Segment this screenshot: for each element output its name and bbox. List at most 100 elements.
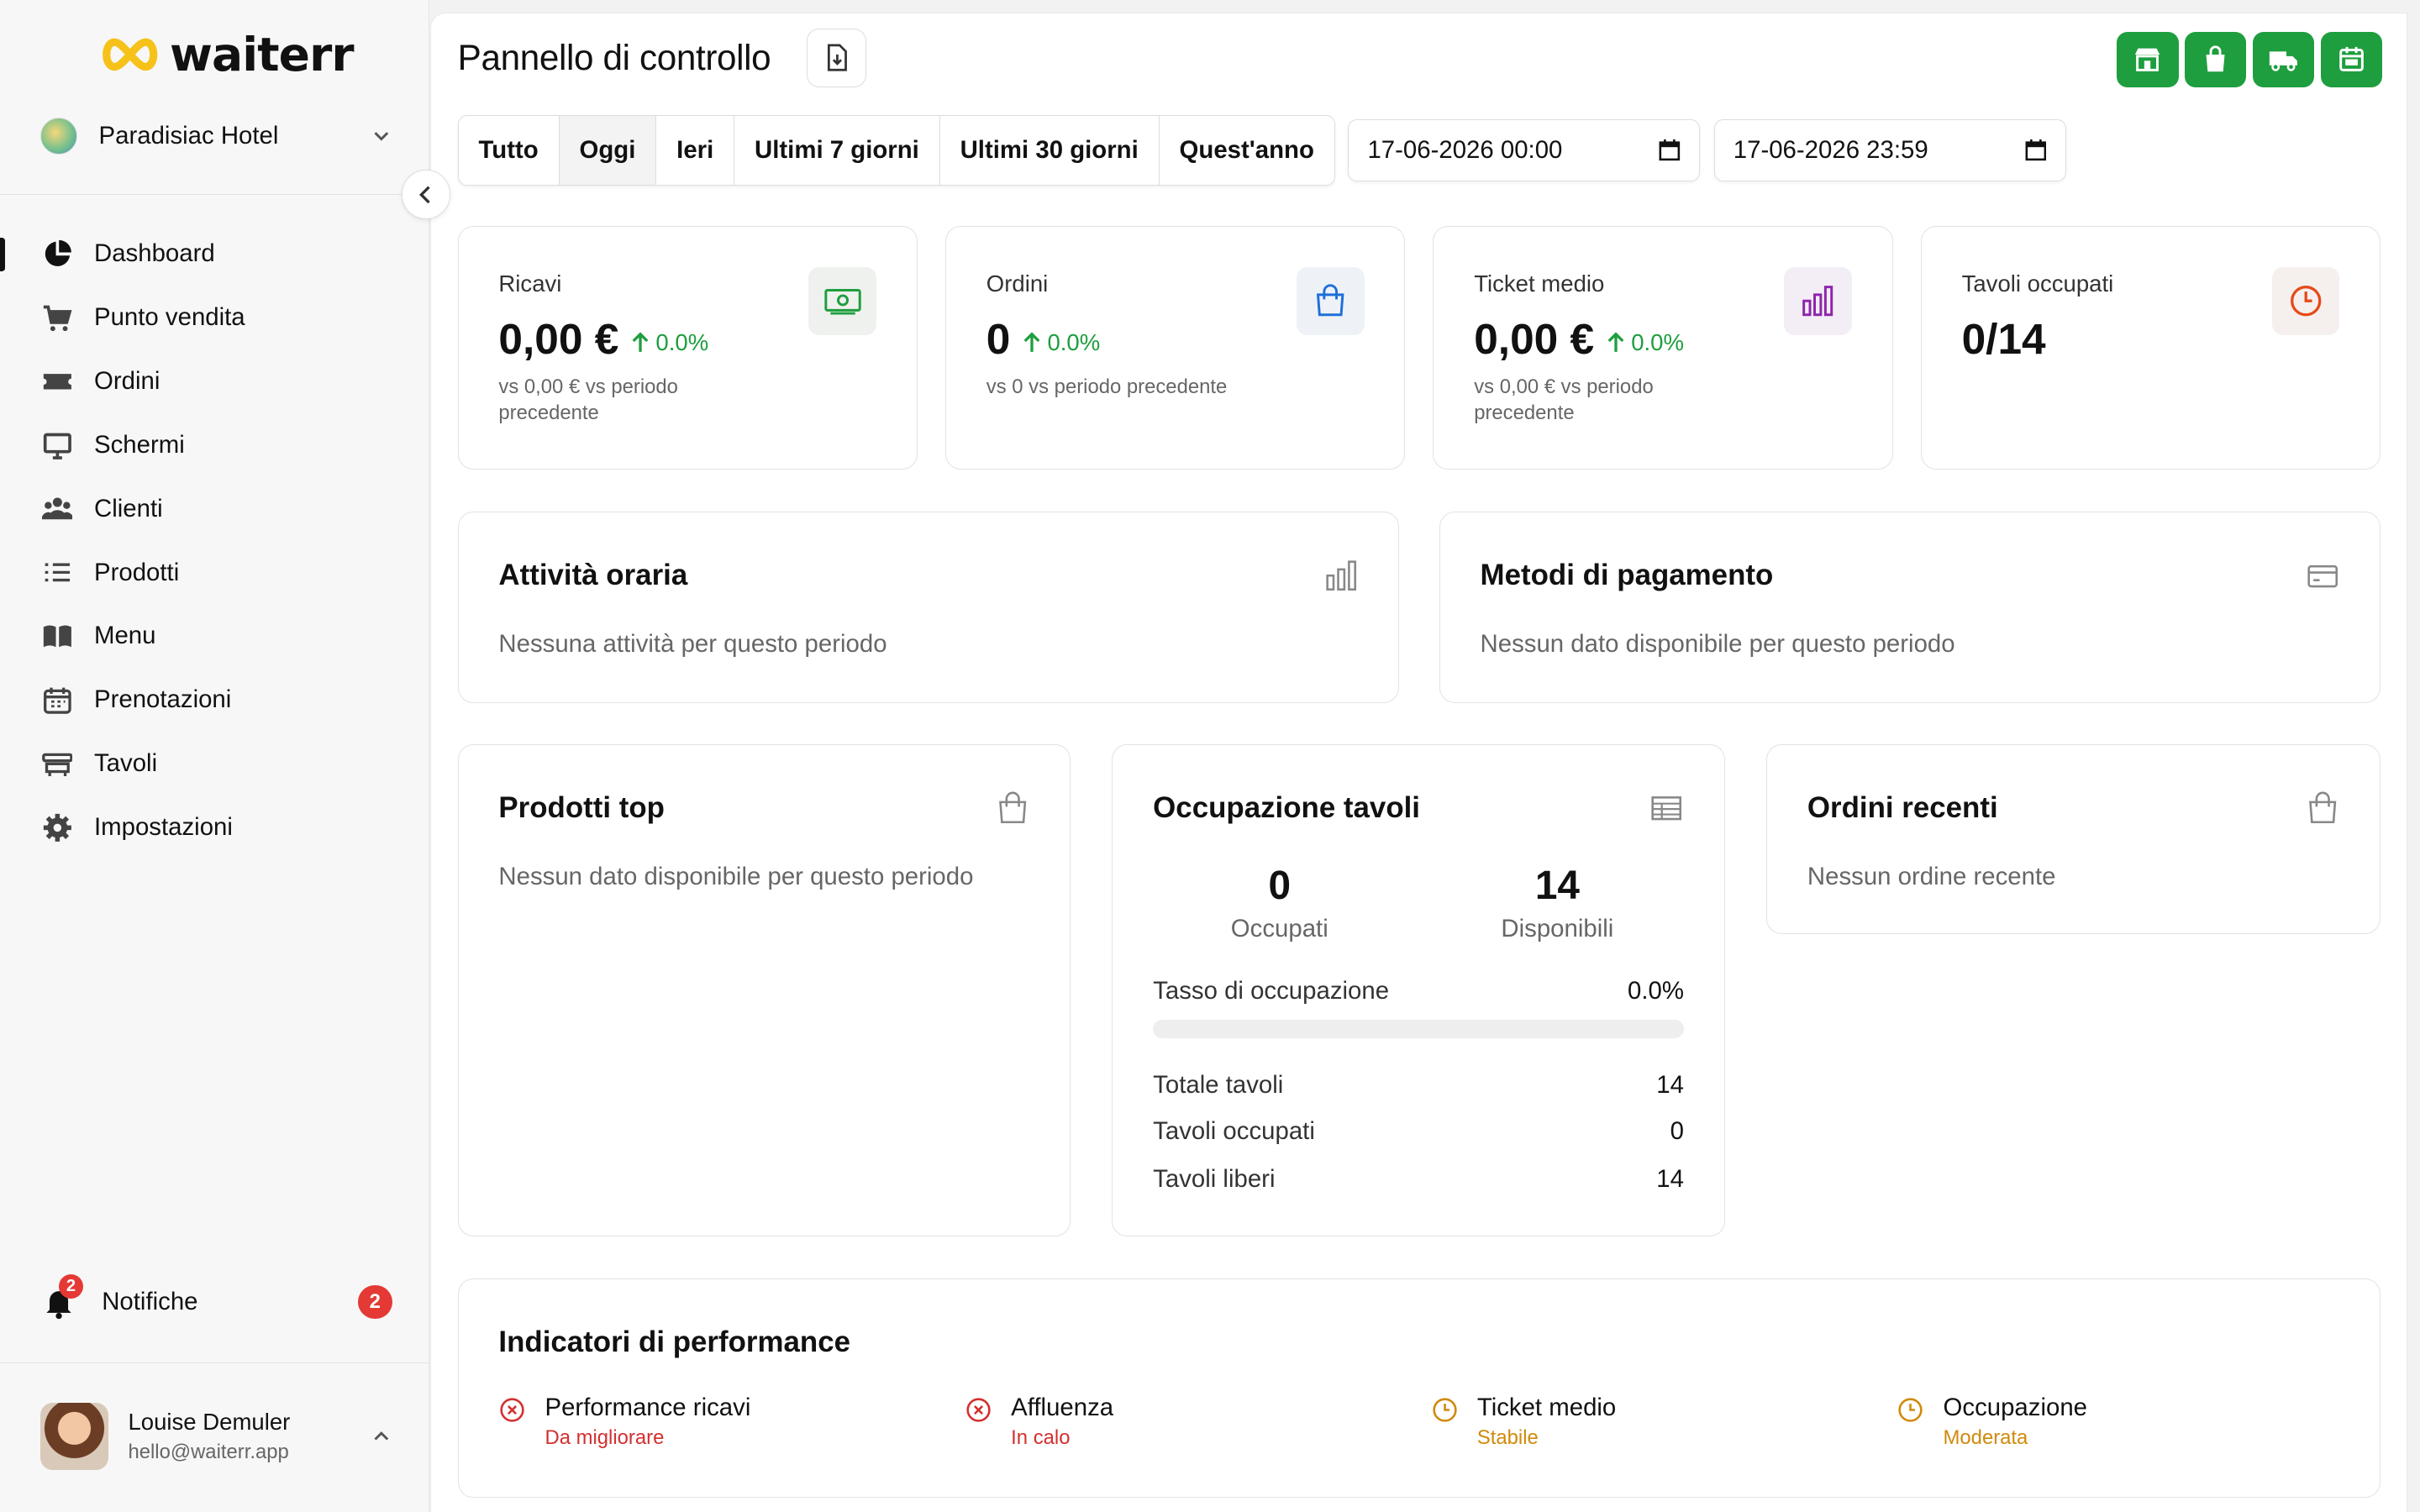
stat-row: Tavoli occupati 0 bbox=[1153, 1117, 1684, 1146]
stat-label: Totale tavoli bbox=[1153, 1070, 1284, 1099]
collapse-sidebar-button[interactable] bbox=[401, 170, 451, 219]
kpi-card-tavoli-occupati: Tavoli occupati 0/14 bbox=[1920, 226, 2381, 470]
calendar-icon bbox=[2338, 47, 2364, 72]
notifications-link[interactable]: 2 Notifiche 2 bbox=[40, 1274, 392, 1330]
kpi-card-ricavi: Ricavi 0,00 € 0.0% vs 0,00 € vs periodo … bbox=[457, 226, 918, 470]
sidebar-item-dashboard[interactable]: Dashboard bbox=[0, 222, 429, 286]
kpi-label: Ticket medio bbox=[1474, 270, 1605, 297]
performance-name: Affluenza bbox=[1011, 1393, 1114, 1421]
sidebar-item-prodotti[interactable]: Prodotti bbox=[0, 541, 429, 605]
filter-ultimi-7-giorni[interactable]: Ultimi 7 giorni bbox=[734, 115, 940, 186]
sidebar-item-menu[interactable]: Menu bbox=[0, 605, 429, 669]
kpi-trend: 0.0% bbox=[631, 329, 708, 356]
kpi-comparison: vs 0,00 € vs periodo precedente bbox=[1474, 375, 1654, 424]
stat-label: Tavoli occupati bbox=[1153, 1116, 1315, 1145]
date-from-value: 17-06-2026 00:00 bbox=[1367, 136, 1563, 165]
arrow-up-icon bbox=[632, 332, 649, 353]
kpi-value-row: 0,00 € 0.0% bbox=[1474, 313, 1684, 364]
credit-card-icon bbox=[2307, 564, 2338, 588]
reservations-button[interactable] bbox=[2320, 31, 2382, 87]
card-title: Indicatori di performance bbox=[498, 1325, 850, 1358]
kpi-value: 0,00 € bbox=[498, 313, 619, 363]
clock-icon bbox=[1898, 1398, 1923, 1423]
sidebar-item-schermi[interactable]: Schermi bbox=[0, 413, 429, 477]
filter-ultimi-30-giorni[interactable]: Ultimi 30 giorni bbox=[940, 115, 1160, 186]
cart-icon bbox=[42, 302, 73, 333]
stat-value: 14 bbox=[1656, 1070, 1684, 1099]
takeaway-button[interactable] bbox=[2184, 31, 2247, 87]
performance-status: In calo bbox=[1011, 1426, 1071, 1450]
occupancy-rate-row: Tasso di occupazione 0.0% bbox=[1153, 977, 1684, 1005]
filter-oggi[interactable]: Oggi bbox=[559, 115, 657, 186]
page-title: Pannello di controllo bbox=[457, 38, 771, 78]
chevron-up-icon bbox=[374, 1431, 389, 1441]
table-occupancy-card: Occupazione tavoli 0 Occupati 14 Disponi… bbox=[1112, 744, 1725, 1237]
users-icon bbox=[41, 493, 73, 524]
truck-icon bbox=[2269, 51, 2297, 71]
kpi-value: 0,00 € bbox=[1474, 313, 1595, 363]
file-download-icon bbox=[827, 44, 847, 71]
clock-icon bbox=[1433, 1398, 1457, 1423]
banknote-icon bbox=[808, 266, 877, 335]
card-title: Occupazione tavoli bbox=[1153, 791, 1420, 825]
stat-value: 14 bbox=[1656, 1164, 1684, 1193]
filter-quest-anno[interactable]: Quest'anno bbox=[1160, 116, 1334, 185]
sidebar-item-ordini[interactable]: Ordini bbox=[0, 349, 429, 413]
kpi-card-ticket-medio: Ticket medio 0,00 € 0.0% vs 0,00 € vs pe… bbox=[1433, 226, 1893, 470]
kpi-value-row: 0 0.0% bbox=[986, 313, 1100, 364]
notifications-label: Notifiche bbox=[102, 1288, 198, 1316]
date-from-field[interactable]: 17-06-2026 00:00 bbox=[1348, 119, 1701, 181]
sidebar-item-label: Ordini bbox=[94, 367, 160, 396]
stat-row: Totale tavoli 14 bbox=[1153, 1071, 1684, 1100]
sidebar-item-impostazioni[interactable]: Impostazioni bbox=[0, 795, 429, 859]
performance-item: Ticket medio Stabile bbox=[1431, 1394, 1616, 1451]
sidebar: waiterr Paradisiac Hotel Dashboard Punto… bbox=[0, 0, 429, 1512]
divider bbox=[0, 194, 429, 195]
available-count: 14 bbox=[1534, 863, 1580, 908]
user-name: Louise Demuler bbox=[128, 1409, 291, 1436]
pie-chart-icon bbox=[42, 239, 73, 270]
occupancy-rate-value: 0.0% bbox=[1628, 976, 1684, 1005]
delivery-button[interactable] bbox=[2252, 31, 2315, 87]
notification-badge: 2 bbox=[58, 1274, 84, 1299]
calendar-icon bbox=[2025, 139, 2046, 161]
kpi-value: 0/14 bbox=[1961, 313, 2046, 363]
filter-ieri[interactable]: Ieri bbox=[656, 115, 735, 186]
brand-name: waiterr bbox=[170, 28, 354, 82]
payment-methods-card: Metodi di pagamento Nessun dato disponib… bbox=[1439, 511, 2381, 703]
stat-label: Tavoli liberi bbox=[1153, 1164, 1276, 1193]
performance-item: Performance ricavi Da migliorare bbox=[498, 1394, 750, 1451]
user-menu[interactable]: Louise Demuler hello@waiterr.app bbox=[39, 1401, 392, 1472]
chevron-left-icon bbox=[419, 186, 430, 203]
kpi-label: Ricavi bbox=[498, 270, 562, 297]
shopping-bag-icon bbox=[2309, 792, 2337, 824]
hotel-avatar bbox=[39, 117, 77, 155]
hotel-selector[interactable]: Paradisiac Hotel bbox=[39, 111, 392, 160]
empty-state: Nessun ordine recente bbox=[1807, 862, 2056, 890]
filter-tutto[interactable]: Tutto bbox=[459, 115, 560, 186]
kpi-trend: 0.0% bbox=[1607, 329, 1684, 356]
table-icon bbox=[41, 748, 73, 780]
sidebar-item-punto-vendita[interactable]: Punto vendita bbox=[0, 286, 429, 349]
sidebar-nav: Dashboard Punto vendita Ordini Schermi C… bbox=[0, 222, 429, 858]
sidebar-item-prenotazioni[interactable]: Prenotazioni bbox=[0, 668, 429, 732]
bell-icon: 2 bbox=[40, 1274, 84, 1320]
gear-icon bbox=[42, 812, 73, 843]
clock-icon bbox=[2271, 266, 2340, 335]
empty-state: Nessuna attività per questo periodo bbox=[498, 629, 887, 658]
export-button[interactable] bbox=[806, 29, 867, 87]
kpi-label: Ordini bbox=[986, 270, 1049, 297]
date-to-field[interactable]: 17-06-2026 23:59 bbox=[1713, 119, 2066, 181]
sidebar-item-clienti[interactable]: Clienti bbox=[0, 477, 429, 541]
sidebar-item-tavoli[interactable]: Tavoli bbox=[0, 732, 429, 795]
avatar bbox=[39, 1402, 108, 1471]
empty-state: Nessun dato disponibile per questo perio… bbox=[1480, 629, 1955, 658]
date-to-value: 17-06-2026 23:59 bbox=[1733, 136, 1928, 165]
performance-name: Occupazione bbox=[1943, 1393, 2087, 1421]
card-title: Metodi di pagamento bbox=[1480, 559, 1774, 592]
shopping-bag-icon bbox=[1296, 266, 1365, 335]
monitor-icon bbox=[42, 430, 73, 461]
kpi-value: 0 bbox=[986, 313, 1011, 363]
brand-logo[interactable]: waiterr bbox=[99, 28, 355, 82]
store-button[interactable] bbox=[2117, 31, 2179, 87]
